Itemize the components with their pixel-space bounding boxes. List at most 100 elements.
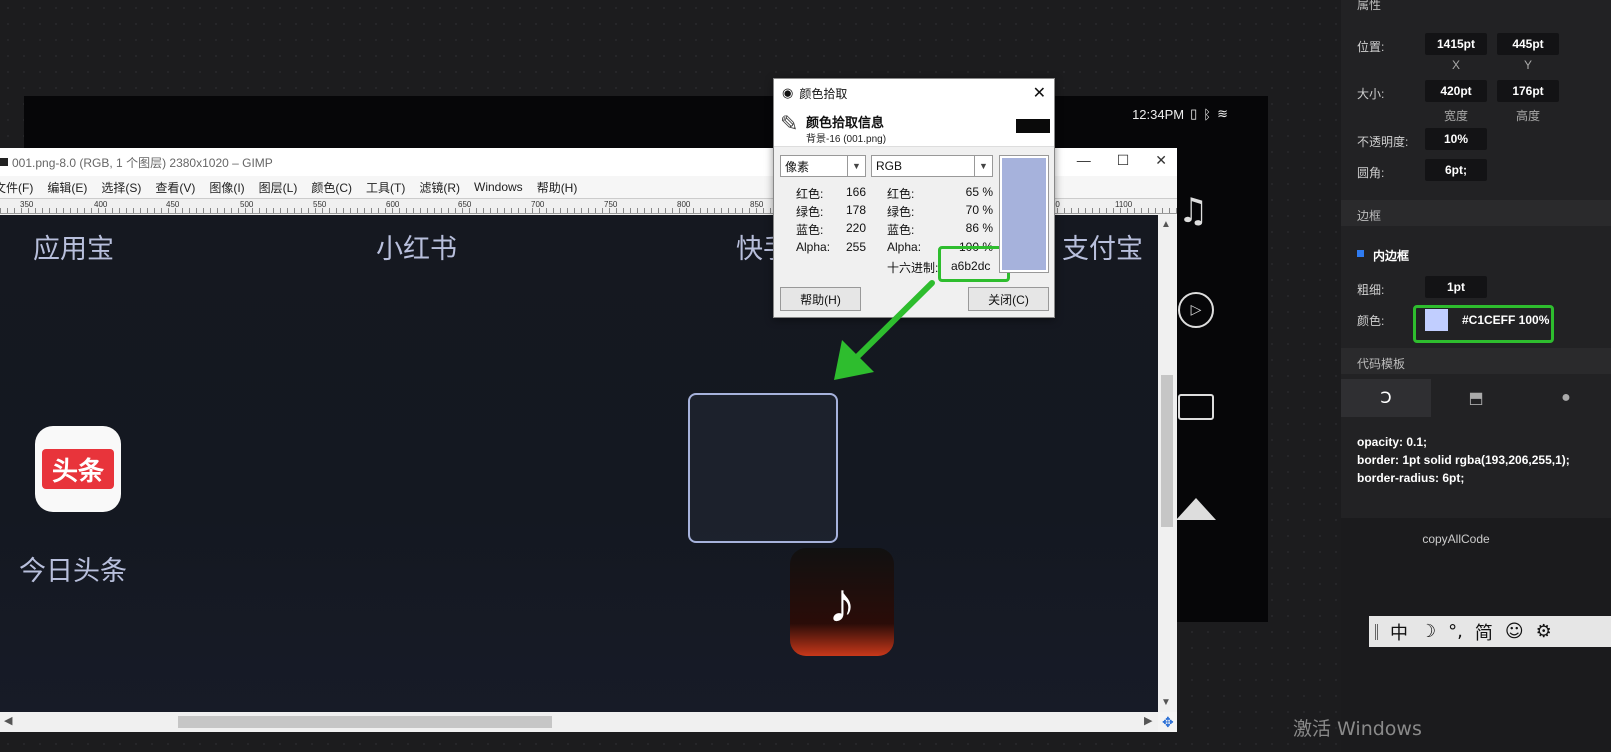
left-green-value: 178 [845, 203, 866, 217]
selected-rounded-box [688, 393, 838, 543]
ime-simplified-toggle[interactable]: 简 [1475, 619, 1493, 645]
picker-titlebar: ◉ 颜色拾取 [774, 79, 1054, 107]
border-section-header: 边框 [1341, 200, 1611, 226]
gimp-logo-icon: ◉ [782, 85, 794, 100]
code-line: border-radius: 6pt; [1357, 471, 1465, 485]
vertical-scroll-thumb[interactable] [1161, 375, 1173, 527]
color-swatch-fill [1002, 158, 1046, 270]
play-icon: ▷ [1178, 292, 1214, 328]
opacity-label: 不透明度: [1357, 135, 1409, 149]
picker-window-title: 颜色拾取 [799, 86, 848, 101]
border-section-title: 边框 [1357, 209, 1382, 223]
menu-file[interactable]: 文件(F) [0, 179, 40, 196]
ruler-tick: 800 [677, 200, 691, 209]
right-green-value: 70 % [965, 203, 993, 217]
ruler-tick: 600 [386, 200, 400, 209]
apple-tab-icon[interactable]: ● [1521, 379, 1611, 417]
music-icon: ♫ [1178, 191, 1209, 231]
code-line: border: 1pt solid rgba(193,206,255,1); [1357, 453, 1570, 467]
right-red-label: 红色: [887, 187, 915, 201]
picker-header-subtitle: 背景-16 (001.png) [806, 134, 887, 145]
folder-icon [1178, 394, 1214, 420]
position-x-field[interactable]: 1415pt [1425, 33, 1487, 55]
left-red-label: 红色: [796, 187, 824, 201]
border-color-chip[interactable] [1425, 309, 1448, 331]
gimp-app-icon [0, 158, 8, 166]
android-tab-icon[interactable]: ⬒ [1431, 379, 1521, 417]
ruler-tick: 500 [240, 200, 254, 209]
menu-edit[interactable]: 编辑(E) [40, 179, 94, 196]
menu-image[interactable]: 图像(I) [202, 179, 251, 196]
rgb-mode-value: RGB [876, 159, 903, 173]
horizontal-scroll-thumb[interactable] [178, 716, 552, 728]
ime-punct-toggle[interactable]: °, [1448, 621, 1463, 642]
horizontal-scrollbar[interactable]: ◀ ▶ [0, 712, 1158, 732]
color-swatch [999, 155, 1049, 273]
help-button[interactable]: 帮助(H) [780, 287, 861, 311]
position-y-field[interactable]: 445pt [1497, 33, 1559, 55]
left-alpha-label: Alpha: [796, 240, 831, 254]
pixel-mode-select[interactable]: 像素 ▼ [780, 155, 866, 177]
scroll-right-icon[interactable]: ▶ [1144, 714, 1152, 727]
css3-tab-icon[interactable]: Ↄ [1341, 379, 1431, 417]
close-button[interactable]: 关闭(C) [968, 287, 1049, 311]
x-caption: X [1451, 58, 1460, 72]
color-picker-dialog: ◉ 颜色拾取 ✕ ✎ 颜色拾取信息 背景-16 (001.png) 像素 ▼ R… [773, 78, 1055, 318]
menu-view[interactable]: 查看(V) [148, 179, 202, 196]
code-section-header: 代码模板 [1341, 348, 1611, 374]
app-label-toutiao: 今日头条 [19, 556, 127, 587]
copy-all-code-button[interactable]: copyAllCode [1341, 532, 1571, 546]
scroll-down-icon[interactable]: ▼ [1161, 697, 1171, 708]
status-time: 12:34PM [1132, 106, 1185, 122]
picker-header-title: 颜色拾取信息 [806, 115, 885, 130]
minimize-icon[interactable]: — [1077, 152, 1091, 169]
moon-icon[interactable]: ☽ [1420, 621, 1436, 642]
right-alpha-label: Alpha: [887, 240, 922, 254]
rgb-mode-select[interactable]: RGB ▼ [871, 155, 993, 177]
pixel-mode-value: 像素 [785, 159, 810, 174]
opacity-field[interactable]: 10% [1425, 128, 1487, 150]
ime-mode-toggle[interactable]: 中 [1390, 619, 1408, 645]
menu-windows[interactable]: Windows [467, 180, 530, 194]
navigate-icon[interactable]: ✥ [1162, 714, 1174, 731]
ruler-tick: 1100 [1115, 200, 1133, 209]
width-field[interactable]: 420pt [1425, 80, 1487, 102]
menu-select[interactable]: 选择(S) [94, 179, 148, 196]
menu-layer[interactable]: 图层(L) [252, 179, 305, 196]
close-window-icon[interactable]: ✕ [1155, 152, 1167, 169]
toutiao-app-icon: 头条 [35, 426, 121, 512]
picker-close-icon[interactable]: ✕ [1033, 83, 1046, 103]
height-field[interactable]: 176pt [1497, 80, 1559, 102]
thickness-field[interactable]: 1pt [1425, 276, 1487, 298]
right-blue-value: 86 % [965, 221, 993, 235]
menu-tools[interactable]: 工具(T) [359, 179, 412, 196]
gimp-window-title: 001.png-8.0 (RGB, 1 个图层) 2380x1020 – GIM… [12, 155, 273, 170]
inner-border-marker [1357, 250, 1364, 257]
vertical-scrollbar[interactable]: ▲ ▼ [1158, 215, 1177, 712]
app-label-xiaohongshu: 小红书 [376, 234, 457, 265]
chevron-down-icon: ▼ [974, 156, 992, 176]
left-alpha-value: 255 [845, 240, 866, 254]
code-block: opacity: 0.1; border: 1pt solid rgba(193… [1357, 433, 1570, 487]
ruler-tick: 850 [750, 200, 764, 209]
gear-icon[interactable]: ⚙ [1536, 621, 1552, 642]
maximize-icon[interactable]: ☐ [1117, 152, 1130, 169]
ime-toolbar: 中 ☽ °, 简 ☺ ⚙ [1369, 616, 1611, 647]
ime-grip[interactable] [1375, 623, 1378, 640]
radius-field[interactable]: 6pt; [1425, 159, 1487, 181]
menu-filters[interactable]: 滤镜(R) [412, 179, 467, 196]
inner-border-label: 内边框 [1373, 249, 1410, 263]
smiley-icon[interactable]: ☺ [1505, 621, 1524, 642]
ruler-tick: 750 [604, 200, 618, 209]
color-label: 颜色: [1357, 314, 1385, 328]
scroll-up-icon[interactable]: ▲ [1161, 219, 1171, 230]
eyedropper-icon: ✎ [780, 111, 799, 136]
code-line: opacity: 0.1; [1357, 435, 1428, 449]
right-green-label: 绿色: [887, 205, 915, 219]
status-bar: 12:34PM ▯ ᛒ ≋ [1132, 106, 1228, 122]
menu-colors[interactable]: 颜色(C) [304, 179, 359, 196]
menu-help[interactable]: 帮助(H) [530, 179, 585, 196]
toutiao-icon-text: 头条 [42, 449, 114, 489]
position-label: 位置: [1357, 40, 1385, 54]
scroll-left-icon[interactable]: ◀ [4, 714, 12, 727]
